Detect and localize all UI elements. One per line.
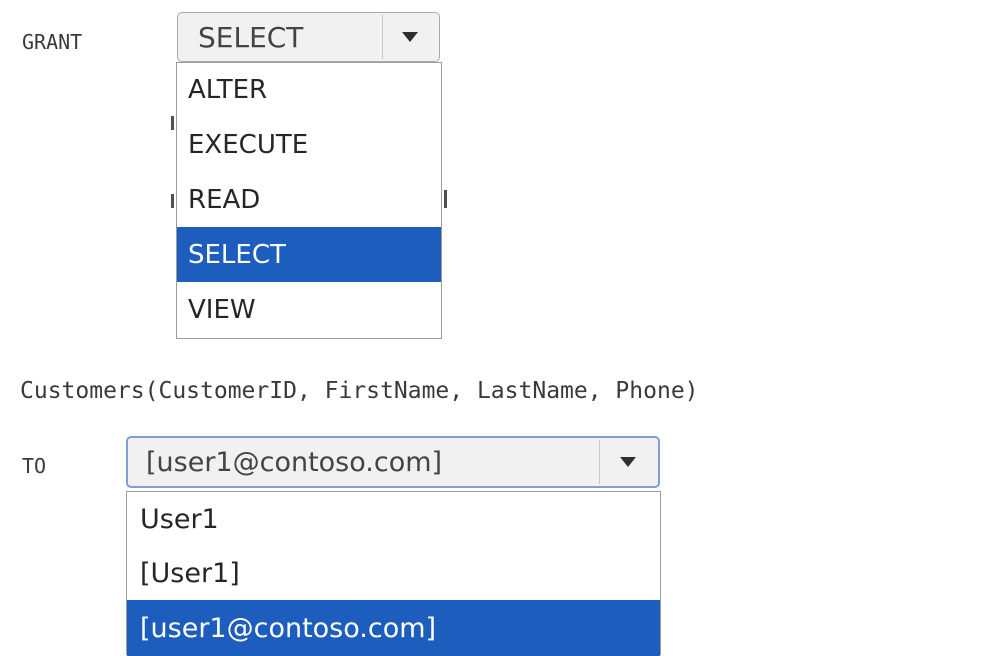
hidden-text-fragment: [171, 194, 174, 208]
permission-option-execute[interactable]: EXECUTE: [177, 117, 441, 172]
grant-keyword: GRANT: [22, 30, 83, 54]
to-keyword: TO: [22, 454, 47, 478]
permission-dropdown-button[interactable]: [382, 15, 437, 59]
permission-dropdown[interactable]: SELECT: [177, 12, 440, 62]
principal-options-list: User1 [User1] [user1@contoso.com]: [126, 491, 661, 656]
hidden-text-fragment: [171, 116, 174, 130]
principal-dropdown[interactable]: [user1@contoso.com]: [126, 436, 660, 488]
permission-option-view[interactable]: VIEW: [177, 282, 441, 338]
principal-dropdown-button[interactable]: [599, 440, 656, 484]
dropdown-arrow-icon: [620, 457, 636, 467]
principal-option-user1-email[interactable]: [user1@contoso.com]: [127, 600, 660, 656]
object-clause: Customers(CustomerID, FirstName, LastNam…: [20, 378, 699, 404]
permission-option-read[interactable]: READ: [177, 172, 441, 227]
principal-option-user1-bracketed[interactable]: [User1]: [127, 547, 660, 600]
dropdown-arrow-icon: [402, 32, 418, 42]
permission-option-select[interactable]: SELECT: [177, 227, 441, 282]
permission-dropdown-value: SELECT: [198, 20, 304, 54]
hidden-text-fragment: [444, 190, 447, 208]
principal-option-user1[interactable]: User1: [127, 492, 660, 547]
permission-options-list: ALTER EXECUTE READ SELECT VIEW: [176, 62, 442, 339]
principal-dropdown-value: [user1@contoso.com]: [146, 446, 443, 478]
permission-option-alter[interactable]: ALTER: [177, 63, 441, 117]
